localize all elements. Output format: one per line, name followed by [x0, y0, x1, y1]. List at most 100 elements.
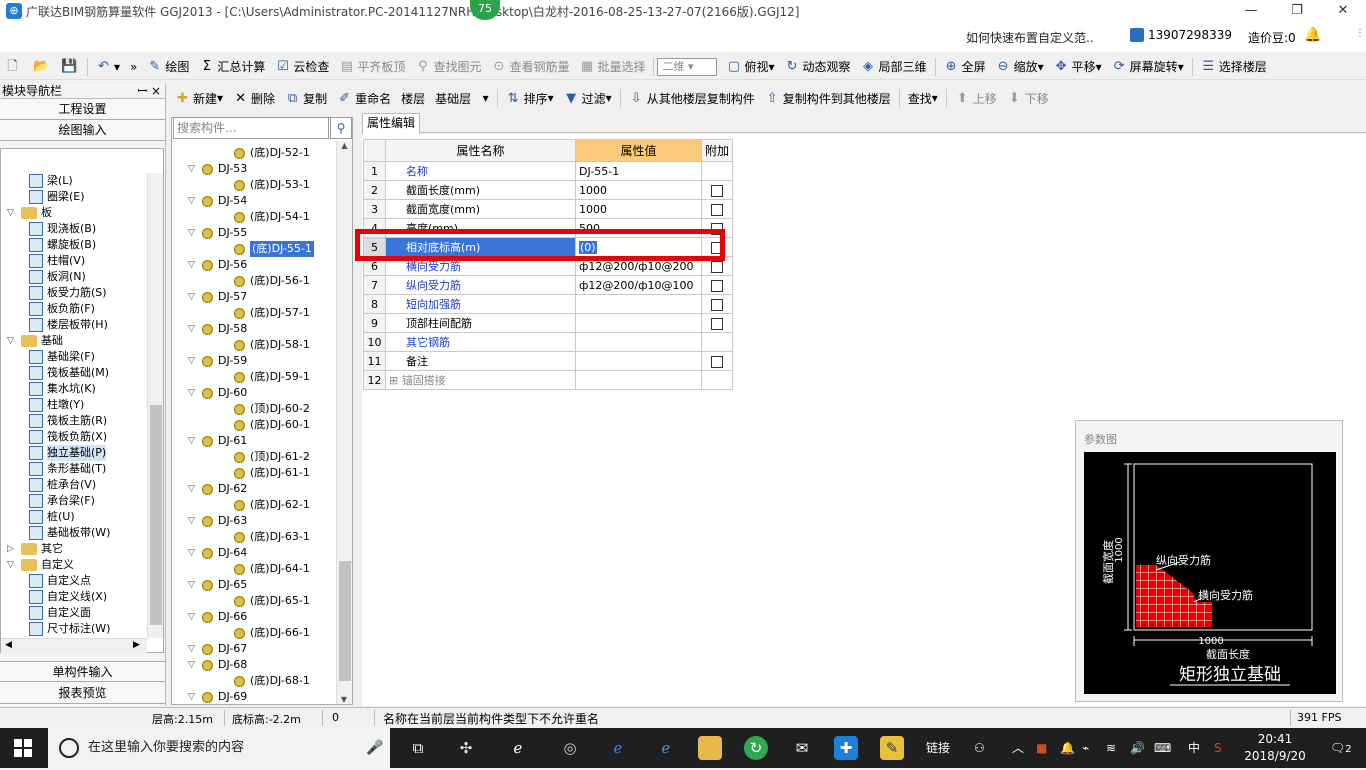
- rename-button[interactable]: ✐ 重命名: [332, 87, 396, 109]
- component-item[interactable]: ▽ DJ-67: [188, 641, 247, 657]
- windows-start-icon[interactable]: [14, 739, 32, 757]
- nav-tree-scrollbar[interactable]: [147, 173, 163, 638]
- property-row[interactable]: 10 其它钢筋: [363, 332, 734, 352]
- nav-tree-item[interactable]: 基础梁(F): [29, 349, 95, 365]
- fan-app-icon[interactable]: ✣: [454, 736, 478, 760]
- keyboard-icon[interactable]: ⌨: [1154, 728, 1171, 768]
- expand-icon[interactable]: ▷: [7, 541, 17, 557]
- copy-to-floor-button[interactable]: ⇧ 复制构件到其他楼层: [760, 87, 896, 109]
- component-search-input[interactable]: 搜索构件...: [173, 117, 329, 139]
- find-element-button[interactable]: ⚲ 查找图元: [410, 56, 486, 78]
- property-row[interactable]: 11 备注: [363, 351, 734, 371]
- nav-tree-item[interactable]: 自定义点: [29, 573, 91, 589]
- property-name[interactable]: 其它钢筋: [385, 332, 576, 352]
- maximize-button[interactable]: ❐: [1274, 0, 1320, 22]
- single-input-button[interactable]: 单构件输入: [0, 661, 165, 682]
- floor-select[interactable]: 基础层 ▾: [430, 87, 493, 109]
- property-row[interactable]: 7 纵向受力筋 ф12@200/ф10@100: [363, 275, 734, 295]
- collapse-icon[interactable]: ▽: [188, 161, 198, 177]
- collapse-icon[interactable]: ▽: [188, 385, 198, 401]
- nav-tree-item[interactable]: ▷ 其它: [7, 541, 63, 557]
- property-value[interactable]: DJ-55-1: [575, 161, 702, 181]
- extra-checkbox[interactable]: [711, 298, 723, 311]
- collapse-icon[interactable]: ▽: [188, 289, 198, 305]
- component-subitem[interactable]: (底)DJ-59-1: [234, 369, 310, 385]
- collapse-icon[interactable]: ▽: [188, 257, 198, 273]
- extra-checkbox[interactable]: [711, 279, 723, 292]
- collapse-icon[interactable]: ▽: [188, 577, 198, 593]
- property-value[interactable]: [575, 313, 702, 333]
- component-subitem[interactable]: (底)DJ-56-1: [234, 273, 310, 289]
- component-item[interactable]: ▽ DJ-55: [188, 225, 247, 241]
- property-row[interactable]: 1 名称 DJ-55-1: [363, 161, 734, 181]
- nav-pin-close[interactable]: ꟷ ×: [137, 84, 165, 98]
- nav-tree-item[interactable]: ▽ 自定义: [7, 557, 74, 573]
- collapse-icon[interactable]: ▽: [188, 433, 198, 449]
- nav-tree-item[interactable]: 独立基础(P): [29, 445, 107, 461]
- nav-tree-item[interactable]: 筏板主筋(R): [29, 413, 107, 429]
- tray-expand-icon[interactable]: ︿: [1012, 728, 1024, 768]
- property-value[interactable]: [575, 370, 702, 390]
- tray-app-icon[interactable]: ■: [1036, 728, 1047, 768]
- component-item[interactable]: ▽ DJ-68: [188, 657, 247, 673]
- collapse-icon[interactable]: ▽: [188, 225, 198, 241]
- nav-tree-item[interactable]: 自定义线(X): [29, 589, 107, 605]
- scroll-down-icon[interactable]: ▼: [337, 695, 351, 704]
- batch-select-button[interactable]: ▦ 批量选择: [574, 56, 650, 78]
- nav-tree-item[interactable]: 筏板基础(M): [29, 365, 109, 381]
- tray-power-icon[interactable]: ⌁: [1082, 728, 1089, 768]
- property-value[interactable]: 1000: [575, 180, 702, 200]
- filter-button[interactable]: ▼ 过滤 ▾: [559, 87, 617, 109]
- property-name[interactable]: 纵向受力筋: [385, 275, 576, 295]
- component-item[interactable]: ▽ DJ-56: [188, 257, 247, 273]
- green-app-icon[interactable]: ↻: [744, 736, 768, 760]
- toolbar-overflow[interactable]: »: [125, 56, 142, 78]
- nav-tree-item[interactable]: 圈梁(E): [29, 189, 85, 205]
- extra-checkbox[interactable]: [711, 317, 723, 330]
- collapse-icon[interactable]: ▽: [188, 481, 198, 497]
- component-item[interactable]: ▽ DJ-69: [188, 689, 247, 704]
- nav-tree-item[interactable]: 柱墩(Y): [29, 397, 84, 413]
- save-button[interactable]: 💾: [56, 56, 84, 78]
- component-list-scrollbar[interactable]: ▲ ▼: [336, 141, 352, 704]
- collapse-icon[interactable]: ▽: [188, 193, 198, 209]
- component-item[interactable]: ▽ DJ-61: [188, 433, 247, 449]
- dynamic-observe-button[interactable]: ↻ 动态观察: [780, 56, 856, 78]
- nav-tree-item[interactable]: 桩承台(V): [29, 477, 96, 493]
- collapse-icon[interactable]: ▽: [188, 641, 198, 657]
- nav-tree-item[interactable]: 集水坑(K): [29, 381, 96, 397]
- microphone-icon[interactable]: 🎤: [366, 728, 383, 768]
- component-subitem[interactable]: (底)DJ-61-1: [234, 465, 310, 481]
- nav-tree-item[interactable]: ▽ 板: [7, 205, 52, 221]
- open-file-button[interactable]: 📂: [28, 56, 56, 78]
- ie-icon[interactable]: ℯ: [506, 736, 530, 760]
- property-row[interactable]: 9 顶部柱间配筋: [363, 313, 734, 333]
- property-name[interactable]: 名称: [385, 161, 576, 181]
- component-subitem[interactable]: (底)DJ-62-1: [234, 497, 310, 513]
- property-value[interactable]: ф12@200/ф10@100: [575, 275, 702, 295]
- volume-icon[interactable]: 🔊: [1130, 728, 1145, 768]
- expand-icon[interactable]: ⊞: [389, 374, 402, 387]
- extra-checkbox[interactable]: [711, 203, 723, 216]
- collapse-icon[interactable]: ▽: [188, 545, 198, 561]
- copy-from-floor-button[interactable]: ⇩ 从其他楼层复制构件: [624, 87, 760, 109]
- notes-app-icon[interactable]: ✎: [880, 736, 904, 760]
- minimize-button[interactable]: —: [1228, 0, 1274, 22]
- collapse-icon[interactable]: ▽: [188, 689, 198, 704]
- scroll-left-icon[interactable]: ◀: [5, 640, 12, 650]
- collapse-icon[interactable]: ▽: [188, 513, 198, 529]
- component-subitem[interactable]: (顶)DJ-61-2: [234, 449, 310, 465]
- property-row[interactable]: 2 截面长度(mm) 1000: [363, 180, 734, 200]
- view-mode-select[interactable]: 二维 ▾: [657, 57, 718, 76]
- delete-button[interactable]: ✕ 删除: [228, 87, 280, 109]
- nav-tree-item[interactable]: 筏板负筋(X): [29, 429, 107, 445]
- collapse-icon[interactable]: ▽: [7, 557, 17, 573]
- glodon-app-icon[interactable]: ✚: [834, 736, 858, 760]
- tab-property-edit[interactable]: 属性编辑: [362, 113, 420, 134]
- undo-button[interactable]: ↶ ▾: [91, 56, 125, 78]
- local-3d-button[interactable]: ◈ 局部三维: [856, 56, 932, 78]
- draw-button[interactable]: ✎ 绘图: [142, 56, 194, 78]
- close-button[interactable]: ✕: [1320, 0, 1366, 22]
- screen-rotate-button[interactable]: ⟳ 屏幕旋转 ▾: [1107, 56, 1189, 78]
- component-item[interactable]: ▽ DJ-53: [188, 161, 247, 177]
